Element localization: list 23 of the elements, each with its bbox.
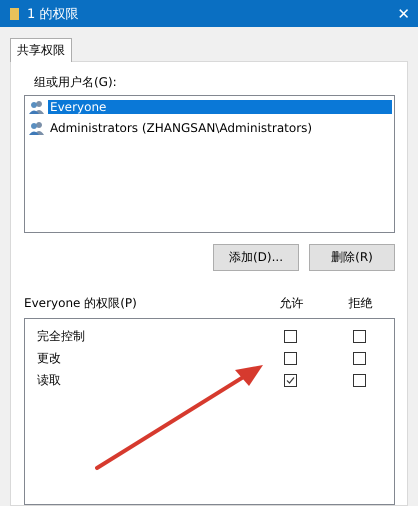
list-label: 组或用户名(G):	[34, 74, 118, 91]
add-button[interactable]: 添加(D)...	[213, 244, 299, 271]
list-item[interactable]: Everyone	[48, 100, 392, 114]
folder-icon	[10, 6, 19, 20]
permission-name: 完全控制	[37, 328, 86, 344]
remove-button[interactable]: 删除(R)	[309, 244, 395, 271]
checkbox[interactable]	[284, 352, 297, 364]
permissions-label: Everyone 的权限(P)	[24, 295, 138, 312]
tab[interactable]: 共享权限	[10, 38, 72, 62]
users-icon	[29, 100, 45, 114]
checkbox[interactable]	[284, 330, 297, 342]
checkbox[interactable]	[284, 374, 297, 386]
list-item[interactable]: Administrators (ZHANGSAN\Administrators)	[48, 121, 314, 135]
permission-name: 更改	[37, 350, 62, 366]
checkbox[interactable]	[353, 374, 366, 386]
window-title: 1 的权限	[27, 6, 80, 22]
checkbox[interactable]	[353, 330, 366, 342]
permission-name: 读取	[37, 372, 62, 388]
column-header: 允许	[278, 295, 304, 312]
users-icon	[29, 121, 45, 135]
checkbox[interactable]	[353, 352, 366, 364]
close-icon[interactable]: ✕	[397, 4, 410, 22]
column-header: 拒绝	[348, 295, 374, 312]
